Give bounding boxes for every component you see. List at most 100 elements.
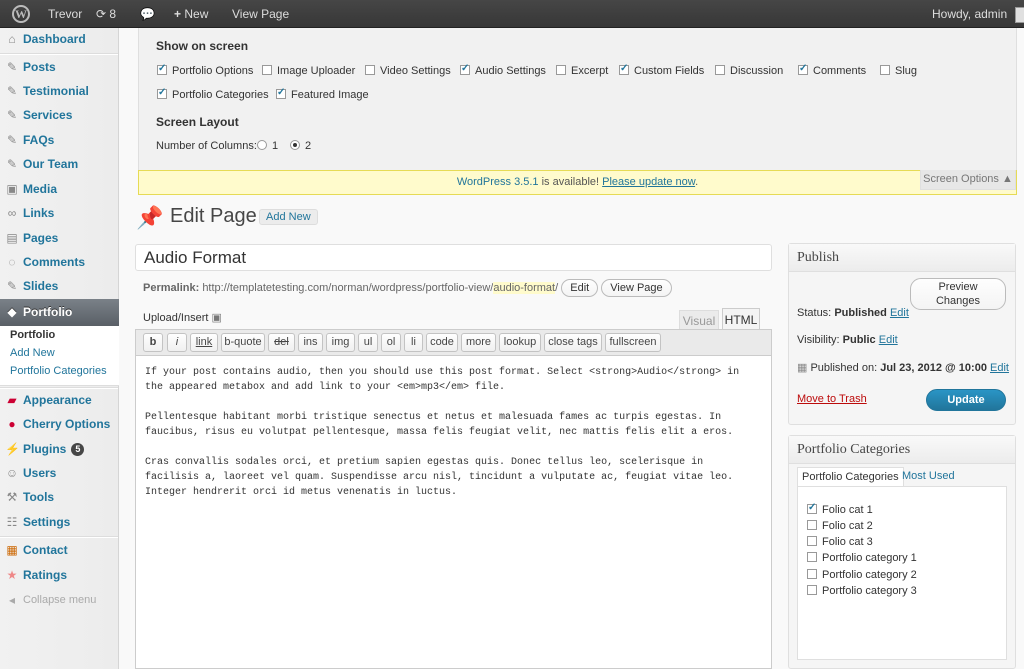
comments-icon[interactable]: 💬 (140, 0, 155, 28)
quicktag-link-button[interactable]: link (190, 333, 218, 352)
quicktag-fullscreen-button[interactable]: fullscreen (605, 333, 661, 352)
option-portfolio-options[interactable]: Portfolio Options (157, 63, 253, 77)
sidebar-item-comments[interactable]: ◌ Comments (0, 251, 119, 275)
submenu-item-portfolio-categories[interactable]: Portfolio Categories (10, 365, 107, 377)
content-textarea[interactable]: If your post contains audio, then you sh… (135, 355, 772, 669)
category-item[interactable]: Folio cat 3 (807, 536, 873, 548)
sidebar-item-dashboard[interactable]: ⌂ Dashboard (0, 28, 119, 52)
quicktag-bold-button[interactable]: b (143, 333, 163, 352)
site-name-link[interactable]: Trevor (48, 0, 82, 28)
option-discussion[interactable]: Discussion (715, 65, 783, 77)
checkbox[interactable] (807, 585, 817, 595)
move-to-trash-link[interactable]: Move to Trash (797, 393, 867, 405)
sidebar-item-portfolio[interactable]: ◆ Portfolio (0, 299, 119, 326)
add-new-button[interactable]: Add New (259, 209, 318, 225)
sidebar-item-media[interactable]: ▣ Media (0, 178, 119, 202)
quicktag-italic-button[interactable]: i (167, 333, 187, 352)
checkbox[interactable] (880, 65, 890, 75)
preview-changes-button[interactable]: Preview Changes (910, 278, 1006, 310)
sidebar-item-cherry-options[interactable]: ● Cherry Options (0, 413, 119, 437)
radio[interactable] (290, 140, 300, 150)
quicktag-ol-button[interactable]: ol (381, 333, 401, 352)
checkbox[interactable] (619, 63, 629, 75)
option-audio-settings[interactable]: Audio Settings (460, 63, 546, 77)
columns-radio-1[interactable]: 1 (257, 140, 278, 152)
option-video-settings[interactable]: Video Settings (365, 65, 451, 77)
sidebar-item-testimonial[interactable]: ✎ Testimonial (0, 80, 119, 104)
quicktag-ins-button[interactable]: ins (298, 333, 323, 352)
option-excerpt[interactable]: Excerpt (556, 65, 608, 77)
update-button[interactable]: Update (926, 389, 1006, 411)
checkbox[interactable] (157, 87, 167, 99)
tab-all-categories[interactable]: Portfolio Categories (797, 467, 904, 486)
sidebar-item-links[interactable]: ∞ Links (0, 202, 119, 226)
category-item[interactable]: Portfolio category 2 (807, 569, 917, 581)
edit-permalink-button[interactable]: Edit (561, 279, 599, 297)
update-now-link[interactable]: Please update now (602, 176, 695, 188)
checkbox[interactable] (460, 63, 470, 75)
sidebar-item-posts[interactable]: ✎ Posts (0, 56, 119, 80)
media-upload-icon[interactable]: ▣ (212, 312, 222, 324)
quicktag-code-button[interactable]: code (426, 333, 458, 352)
quicktag-more-button[interactable]: more (461, 333, 496, 352)
radio[interactable] (257, 140, 267, 150)
quicktag-del-button[interactable]: del (268, 333, 295, 352)
upload-insert[interactable]: Upload/Insert ▣ (143, 311, 222, 324)
collapse-menu-button[interactable]: ◂ Collapse menu (0, 589, 119, 613)
wordpress-logo-icon[interactable]: W (12, 0, 30, 28)
option-image-uploader[interactable]: Image Uploader (262, 65, 355, 77)
quicktag-img-button[interactable]: img (326, 333, 355, 352)
category-item[interactable]: Portfolio category 3 (807, 585, 917, 597)
category-item[interactable]: Portfolio category 1 (807, 552, 917, 564)
sidebar-item-pages[interactable]: ▤ Pages (0, 227, 119, 251)
checkbox[interactable] (807, 569, 817, 579)
sidebar-item-ratings[interactable]: ★ Ratings (0, 564, 119, 588)
wordpress-version-link[interactable]: WordPress 3.5.1 (457, 176, 539, 188)
option-featured-image[interactable]: Featured Image (276, 87, 369, 101)
sidebar-item-tools[interactable]: ⚒ Tools (0, 486, 119, 510)
edit-date-link[interactable]: Edit (990, 362, 1009, 374)
checkbox[interactable] (807, 502, 817, 514)
option-custom-fields[interactable]: Custom Fields (619, 63, 704, 77)
columns-radio-2[interactable]: 2 (290, 140, 311, 152)
view-page-link[interactable]: View Page (232, 0, 289, 28)
post-title-input[interactable]: Audio Format (135, 244, 772, 271)
sidebar-item-services[interactable]: ✎ Services (0, 104, 119, 128)
submenu-item-portfolio[interactable]: Portfolio (10, 329, 55, 341)
updates-link[interactable]: ⟳ 8 (96, 0, 116, 28)
account-menu[interactable]: Howdy, admin (932, 0, 1024, 28)
tab-visual[interactable]: Visual (679, 310, 719, 330)
quicktag-close-tags-button[interactable]: close tags (544, 333, 602, 352)
category-item[interactable]: Folio cat 2 (807, 520, 873, 532)
sidebar-item-appearance[interactable]: ▰ Appearance (0, 389, 119, 413)
permalink-slug[interactable]: audio-format (493, 282, 556, 294)
checkbox[interactable] (798, 63, 808, 75)
category-item[interactable]: Folio cat 1 (807, 502, 873, 516)
checkbox[interactable] (262, 65, 272, 75)
quicktag-li-button[interactable]: li (404, 333, 423, 352)
new-content-link[interactable]: + New (174, 0, 208, 28)
checkbox[interactable] (157, 63, 167, 75)
submenu-item-add-new[interactable]: Add New (10, 347, 55, 359)
sidebar-item-contact[interactable]: ▦ Contact (0, 539, 119, 563)
edit-visibility-link[interactable]: Edit (879, 334, 898, 346)
quicktag-lookup-button[interactable]: lookup (499, 333, 541, 352)
checkbox[interactable] (365, 65, 375, 75)
checkbox[interactable] (807, 520, 817, 530)
checkbox[interactable] (556, 65, 566, 75)
sidebar-item-our-team[interactable]: ✎ Our Team (0, 153, 119, 177)
quicktag-bquote-button[interactable]: b-quote (221, 333, 265, 352)
sidebar-item-plugins[interactable]: ⚡ Plugins 5 (0, 438, 119, 462)
screen-options-tab[interactable]: Screen Options ▲ (920, 170, 1016, 190)
sidebar-item-faqs[interactable]: ✎ FAQs (0, 129, 119, 153)
sidebar-item-slides[interactable]: ✎ Slides (0, 275, 119, 299)
option-portfolio-categories[interactable]: Portfolio Categories (157, 87, 269, 101)
tab-most-used[interactable]: Most Used (898, 467, 959, 486)
option-comments[interactable]: Comments (798, 63, 866, 77)
view-page-button[interactable]: View Page (601, 279, 672, 297)
tab-html[interactable]: HTML (722, 308, 760, 330)
checkbox[interactable] (715, 65, 725, 75)
option-slug[interactable]: Slug (880, 65, 917, 77)
checkbox[interactable] (276, 87, 286, 99)
checkbox[interactable] (807, 552, 817, 562)
